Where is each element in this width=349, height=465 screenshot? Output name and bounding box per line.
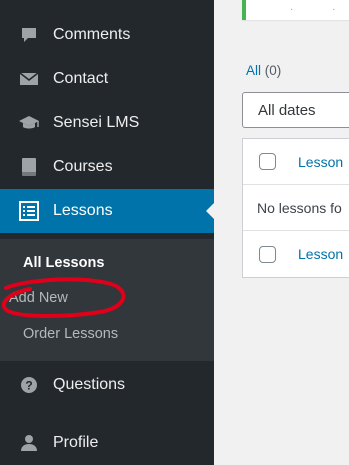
- envelope-icon: [18, 68, 40, 90]
- table-row: No lessons fo: [243, 185, 349, 231]
- table-footer-row: Lesson: [243, 231, 349, 277]
- comment-bubble-icon: [18, 24, 40, 46]
- sidebar-item-profile[interactable]: Profile: [0, 421, 214, 465]
- admin-sidebar: Comments Contact Sensei LMS Courses Less…: [0, 0, 214, 465]
- main-content: · · All (0) All dates Lesson No lessons …: [214, 0, 349, 465]
- sidebar-item-contact[interactable]: Contact: [0, 57, 214, 101]
- svg-text:?: ?: [25, 379, 32, 393]
- submenu-item-order-lessons[interactable]: Order Lessons: [23, 326, 118, 342]
- date-filter-select[interactable]: All dates: [242, 92, 349, 128]
- sidebar-item-courses[interactable]: Courses: [0, 145, 214, 189]
- graduation-cap-icon: [18, 112, 40, 134]
- admin-notice: · ·: [242, 0, 349, 20]
- sidebar-item-questions[interactable]: ? Questions: [0, 363, 214, 407]
- submenu-item-add-new[interactable]: Add New: [9, 290, 68, 306]
- select-all-checkbox[interactable]: [259, 153, 276, 170]
- question-circle-icon: ?: [18, 374, 40, 396]
- user-icon: [18, 432, 40, 454]
- select-all-checkbox-footer[interactable]: [259, 245, 276, 263]
- filter-all-count: (0): [264, 63, 282, 78]
- no-items-message: No lessons fo: [257, 199, 342, 216]
- list-icon: [18, 200, 40, 222]
- column-lesson-header[interactable]: Lesson: [298, 154, 343, 170]
- sidebar-item-label: Sensei LMS: [53, 114, 140, 131]
- sidebar-item-comments[interactable]: Comments: [0, 13, 214, 57]
- sidebar-item-label: Courses: [53, 158, 113, 175]
- sidebar-item-label: Contact: [53, 70, 109, 87]
- submenu-item-all-lessons[interactable]: All Lessons: [23, 255, 104, 271]
- book-icon: [18, 156, 40, 178]
- sidebar-item-label: Lessons: [53, 202, 113, 219]
- sidebar-item-label: Profile: [53, 434, 99, 451]
- lessons-submenu: All Lessons Add New Order Lessons: [0, 239, 214, 361]
- column-lesson-footer[interactable]: Lesson: [298, 246, 343, 262]
- table-header-row: Lesson: [243, 139, 349, 185]
- lessons-table: Lesson No lessons fo Lesson: [242, 138, 349, 278]
- filter-all-link[interactable]: All: [246, 63, 261, 78]
- sidebar-item-label: Questions: [53, 376, 126, 393]
- sidebar-item-sensei-lms[interactable]: Sensei LMS: [0, 101, 214, 145]
- sidebar-item-label: Comments: [53, 26, 131, 43]
- status-filter: All (0): [246, 63, 281, 78]
- sidebar-item-lessons[interactable]: Lessons: [0, 189, 214, 233]
